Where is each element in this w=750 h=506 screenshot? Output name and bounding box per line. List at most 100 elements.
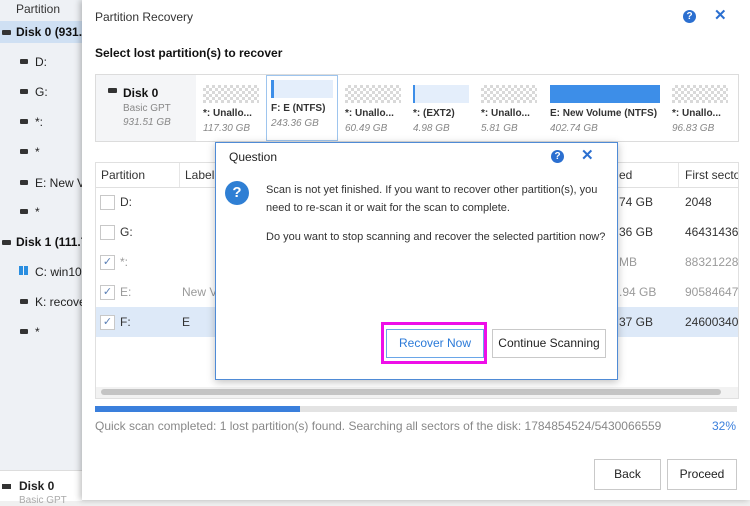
tree-item-label: *: bbox=[35, 115, 44, 129]
back-button[interactable]: Back bbox=[594, 459, 661, 490]
cell-first-sector: 2048 bbox=[685, 195, 712, 209]
disk-icon bbox=[2, 484, 11, 489]
cell-used: 36 GB bbox=[619, 225, 654, 239]
scan-progress-fill bbox=[95, 406, 301, 412]
close-icon[interactable]: ✕ bbox=[714, 8, 727, 23]
row-checkbox[interactable] bbox=[100, 195, 115, 210]
cell-used: 74 GB bbox=[619, 195, 654, 209]
question-message: Scan is not yet finished. If you want to… bbox=[266, 184, 598, 214]
column-divider[interactable] bbox=[678, 163, 679, 187]
tree-item-disk1[interactable]: Disk 1 (111.7 bbox=[0, 231, 82, 253]
close-icon[interactable]: ✕ bbox=[581, 148, 594, 163]
partition-icon bbox=[20, 59, 28, 64]
help-icon[interactable]: ? bbox=[551, 150, 564, 163]
cell-used: MB bbox=[619, 255, 637, 269]
partition-bar bbox=[203, 85, 259, 103]
partition-block[interactable]: *: Unallo... 96.83 GB bbox=[668, 81, 732, 137]
disk-icon bbox=[2, 30, 11, 35]
disk-name: Disk 0 bbox=[123, 86, 159, 100]
partition-icon bbox=[20, 209, 28, 214]
cell-partition: D: bbox=[120, 195, 132, 209]
scrollbar-thumb[interactable] bbox=[101, 389, 721, 395]
question-title: Question bbox=[229, 150, 278, 164]
partition-size: 117.30 GB bbox=[203, 123, 251, 134]
cell-partition: F: bbox=[120, 315, 131, 329]
cell-label: New V bbox=[182, 285, 218, 299]
tree-item-label: E: New Vo bbox=[35, 176, 82, 190]
tree-item-disk0[interactable]: Disk 0 (931.5 bbox=[0, 21, 82, 43]
column-header-partition[interactable]: Partition bbox=[101, 168, 145, 182]
dialog-subtitle: Select lost partition(s) to recover bbox=[95, 46, 283, 60]
row-checkbox[interactable] bbox=[100, 225, 115, 240]
cell-partition: E: bbox=[120, 285, 132, 299]
partition-size: 402.74 GB bbox=[550, 123, 598, 134]
bottom-disk-type: Basic GPT bbox=[19, 495, 67, 506]
question-prompt: Do you want to stop scanning and recover… bbox=[266, 231, 606, 243]
partition-bar bbox=[271, 80, 333, 98]
partition-icon bbox=[20, 299, 28, 304]
partition-block[interactable]: *: Unallo... 5.81 GB bbox=[477, 81, 541, 137]
column-header-first-sector[interactable]: First secto bbox=[685, 168, 738, 182]
cell-partition: G: bbox=[120, 225, 133, 239]
horizontal-scrollbar[interactable] bbox=[96, 387, 738, 398]
cell-used: .94 GB bbox=[619, 285, 657, 299]
tree-item-partition[interactable]: G: bbox=[0, 81, 82, 103]
help-icon[interactable]: ? bbox=[683, 10, 696, 23]
tree-item-partition[interactable]: * bbox=[0, 321, 82, 343]
disk-size: 931.51 GB bbox=[123, 117, 171, 128]
partition-size: 5.81 GB bbox=[481, 123, 518, 134]
tree-item-label: C: win10 bbox=[35, 265, 82, 279]
row-checkbox[interactable]: ✓ bbox=[100, 315, 115, 330]
partition-block[interactable]: F: E (NTFS) 243.36 GB bbox=[266, 75, 338, 141]
cell-first-sector: 46431436 bbox=[685, 225, 739, 239]
partition-bar bbox=[550, 85, 660, 103]
tree-item-partition[interactable]: C: win10 bbox=[0, 261, 82, 283]
tree-item-partition[interactable]: * bbox=[0, 141, 82, 163]
disk-type: Basic GPT bbox=[123, 103, 171, 114]
tree-item-partition[interactable]: E: New Vo bbox=[0, 172, 82, 194]
row-checkbox[interactable]: ✓ bbox=[100, 255, 115, 270]
partition-size: 60.49 GB bbox=[345, 123, 388, 134]
tree-item-label: * bbox=[35, 205, 40, 219]
windows-icon bbox=[19, 266, 28, 275]
cell-label: E bbox=[182, 315, 191, 329]
column-header-label[interactable]: Label bbox=[185, 168, 214, 182]
column-divider[interactable] bbox=[179, 163, 180, 187]
partition-size: 243.36 GB bbox=[271, 118, 319, 129]
partition-bar bbox=[481, 85, 537, 103]
partition-label: *: (EXT2) bbox=[413, 108, 455, 119]
partition-icon bbox=[20, 89, 28, 94]
row-checkbox[interactable]: ✓ bbox=[100, 285, 115, 300]
question-dialog: Question ? ✕ ? Scan is not yet finished.… bbox=[215, 142, 618, 380]
sidebar-header: Partition bbox=[16, 2, 61, 16]
partition-block[interactable]: E: New Volume (NTFS) 402.74 GB bbox=[546, 81, 664, 137]
partition-label: E: New Volume (NTFS) bbox=[550, 108, 658, 119]
tree-item-partition[interactable]: K: recove bbox=[0, 291, 82, 313]
bottom-disk-name: Disk 0 bbox=[19, 479, 55, 493]
disk-icon bbox=[108, 88, 117, 93]
tree-item-label: * bbox=[35, 325, 40, 339]
tree-item-partition[interactable]: * bbox=[0, 201, 82, 223]
tree-item-label: * bbox=[35, 145, 40, 159]
disk-info: Disk 0 Basic GPT 931.51 GB bbox=[96, 75, 196, 141]
partition-block[interactable]: *: Unallo... 60.49 GB bbox=[341, 81, 405, 137]
disk-map: Disk 0 Basic GPT 931.51 GB *: Unallo... … bbox=[95, 74, 739, 142]
partition-icon bbox=[20, 180, 28, 185]
partition-block[interactable]: *: Unallo... 117.30 GB bbox=[199, 81, 263, 137]
scan-status-text: Quick scan completed: 1 lost partition(s… bbox=[95, 419, 662, 433]
partition-size: 96.83 GB bbox=[672, 123, 715, 134]
tree-item-partition[interactable]: *: bbox=[0, 111, 82, 133]
proceed-button[interactable]: Proceed bbox=[667, 459, 737, 490]
tree-item-label: G: bbox=[35, 85, 48, 99]
column-header-used[interactable]: ed bbox=[619, 168, 632, 182]
partition-label: *: Unallo... bbox=[672, 108, 721, 119]
continue-scanning-button[interactable]: Continue Scanning bbox=[492, 329, 606, 358]
tree-item-partition[interactable]: D: bbox=[0, 51, 82, 73]
cell-first-sector: 88321228 bbox=[685, 255, 739, 269]
partition-block[interactable]: *: (EXT2) 4.98 GB bbox=[409, 81, 473, 137]
recover-now-button[interactable]: Recover Now bbox=[386, 329, 484, 358]
partition-label: *: Unallo... bbox=[481, 108, 530, 119]
scan-progress-percent: 32% bbox=[712, 419, 737, 433]
cell-partition: *: bbox=[120, 255, 129, 269]
partition-label: *: Unallo... bbox=[345, 108, 394, 119]
